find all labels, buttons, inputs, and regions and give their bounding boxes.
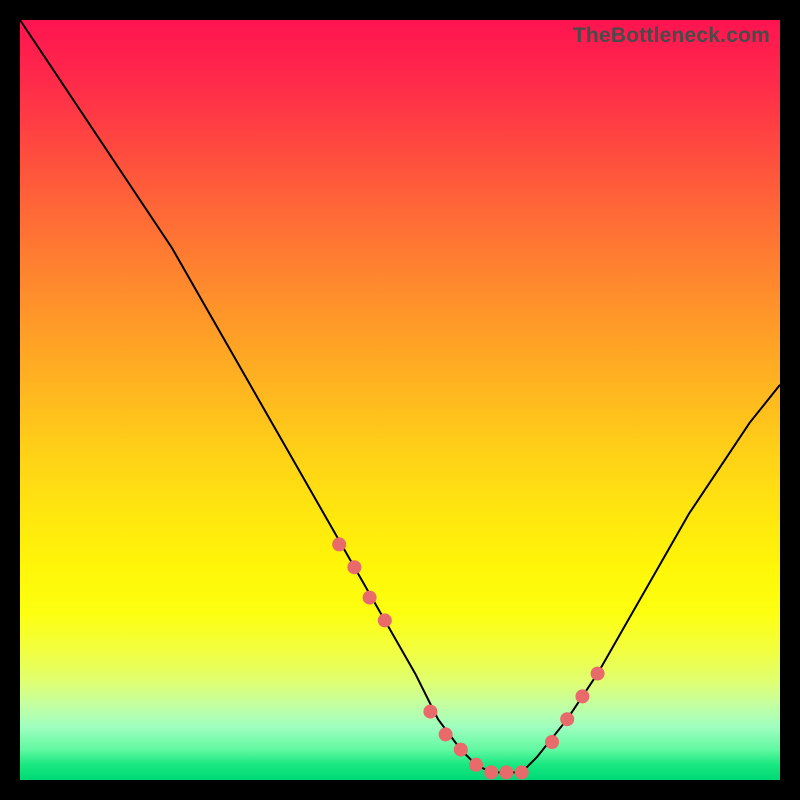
marker-dot bbox=[423, 705, 437, 719]
bottleneck-curve bbox=[20, 20, 780, 772]
marker-dot bbox=[560, 712, 574, 726]
marker-dot bbox=[378, 613, 392, 627]
marker-dot bbox=[499, 765, 513, 779]
curve-layer bbox=[20, 20, 780, 780]
marker-dot bbox=[332, 537, 346, 551]
marker-dot bbox=[469, 758, 483, 772]
marker-dot bbox=[545, 735, 559, 749]
plot-area: TheBottleneck.com bbox=[20, 20, 780, 780]
marker-dot bbox=[515, 765, 529, 779]
marker-dot bbox=[439, 727, 453, 741]
watermark-text: TheBottleneck.com bbox=[573, 24, 770, 48]
marker-dot bbox=[591, 667, 605, 681]
marker-dot bbox=[484, 765, 498, 779]
marker-dot bbox=[347, 560, 361, 574]
marker-dots-group bbox=[332, 537, 604, 779]
marker-dot bbox=[454, 743, 468, 757]
marker-dot bbox=[363, 591, 377, 605]
marker-dot bbox=[575, 689, 589, 703]
chart-frame: TheBottleneck.com bbox=[0, 0, 800, 800]
